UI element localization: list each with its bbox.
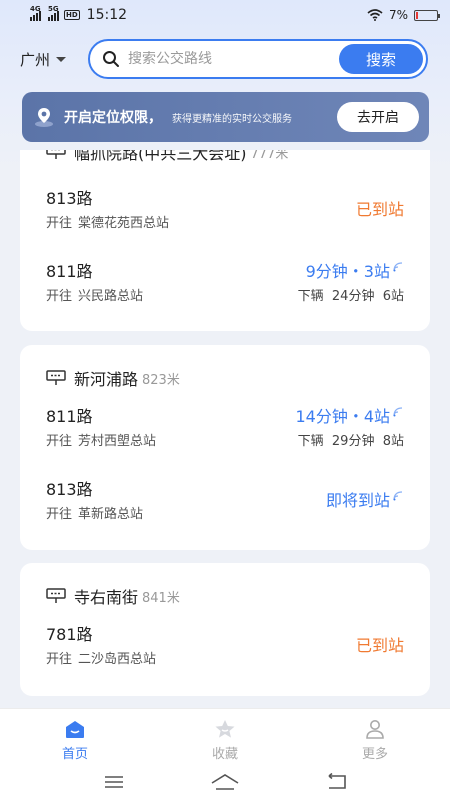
stop-header: 新河浦路 823米 [46,366,180,390]
stop-card[interactable]: 寺右南街 841米 781路 开往 二沙岛西总站 已到站 [20,563,430,696]
location-permission-banner: 开启定位权限， 获得更精准的实时公交服务 去开启 [22,92,429,142]
arrival-status: 已到站 [355,636,404,655]
arrival-eta: 14分钟・4站 [295,403,404,427]
battery-percent: 7% [388,8,408,22]
next-bus-info: 下辆 29分钟 8站 [297,434,404,449]
person-icon [366,720,384,739]
route-destination: 开往 革新路总站 [46,507,144,522]
nav-home-label: 首页 [61,747,88,762]
status-bar: 4G 5G HD 15:12 7% [0,0,450,30]
stop-name: 幅抓院路(中共三大会址) [74,150,247,163]
signal-5g-icon: 5G [48,5,59,21]
search-input[interactable] [128,51,328,67]
enable-location-button[interactable]: 去开启 [337,102,419,132]
route-number: 811路 [46,407,93,426]
route-row[interactable]: 811路 开往 兴民路总站 9分钟・3站 下辆 24分钟 6站 [46,258,404,308]
banner-subtitle: 获得更精准的实时公交服务 [172,113,292,125]
search-row: 广州 搜索 [0,38,450,80]
system-nav-bar [0,764,450,800]
stop-card[interactable]: 幅抓院路(中共三大会址) 777米 813路 开往 棠德花苑西总站 已到站 811… [20,150,430,331]
realtime-signal-icon [393,407,403,417]
stop-distance: 823米 [142,372,180,388]
nav-favorites[interactable]: 收藏 [150,709,300,764]
search-button[interactable]: 搜索 [339,44,423,74]
location-pin-icon [35,108,53,127]
route-destination: 开往 兴民路总站 [46,289,144,304]
hd-voice-icon: HD [64,10,80,20]
stop-name: 新河浦路 [74,370,139,389]
home-icon [66,721,84,738]
favorites-icon [215,720,235,738]
realtime-signal-icon [393,491,403,501]
arrival-eta: 即将到站 [326,487,404,511]
home-button-icon[interactable] [210,773,240,791]
route-row[interactable]: 811路 开往 芳村西塱总站 14分钟・4站 下辆 29分钟 8站 [46,403,404,453]
nav-home[interactable]: 首页 [0,709,150,764]
wifi-icon [367,9,383,21]
bus-stop-icon [46,588,66,603]
signal-4g-icon: 4G [30,5,41,21]
nav-favorites-label: 收藏 [211,747,238,762]
bus-stop-icon [46,370,66,385]
nav-more[interactable]: 更多 [300,709,450,764]
route-row[interactable]: 813路 开往 棠德花苑西总站 已到站 [46,185,404,235]
next-bus-info: 下辆 24分钟 6站 [297,289,404,304]
bus-stop-icon [46,150,66,159]
bottom-nav: 首页 收藏 更多 [0,708,450,764]
route-row[interactable]: 813路 开往 革新路总站 即将到站 [46,476,404,526]
stop-header: 幅抓院路(中共三大会址) 777米 [46,150,288,164]
battery-icon [414,9,440,21]
stop-distance: 841米 [142,590,180,606]
city-selector[interactable]: 广州 [20,49,82,70]
route-destination: 开往 棠德花苑西总站 [46,216,170,231]
stop-distance: 777米 [250,150,289,162]
realtime-signal-icon [393,262,403,272]
arrival-status: 已到站 [355,200,404,219]
route-destination: 开往 二沙岛西总站 [46,652,157,667]
search-box[interactable]: 搜索 [88,39,428,79]
stop-name: 寺右南街 [74,588,139,607]
banner-title: 开启定位权限， [64,110,162,126]
stop-header: 寺右南街 841米 [46,584,180,608]
chevron-down-icon [56,56,67,62]
route-number: 813路 [46,189,93,208]
route-number: 813路 [46,480,93,499]
stop-card[interactable]: 新河浦路 823米 811路 开往 芳村西塱总站 14分钟・4站 下辆 29分钟 … [20,345,430,550]
search-icon [103,51,119,67]
city-label: 广州 [20,50,51,69]
route-number: 811路 [46,262,93,281]
route-row[interactable]: 781路 开往 二沙岛西总站 已到站 [46,621,404,671]
menu-icon[interactable] [103,773,125,791]
status-time: 15:12 [86,7,128,23]
route-number: 781路 [46,625,93,644]
arrival-eta: 9分钟・3站 [306,258,404,282]
route-destination: 开往 芳村西塱总站 [46,434,157,449]
back-icon[interactable] [325,773,347,791]
nav-more-label: 更多 [361,747,388,762]
